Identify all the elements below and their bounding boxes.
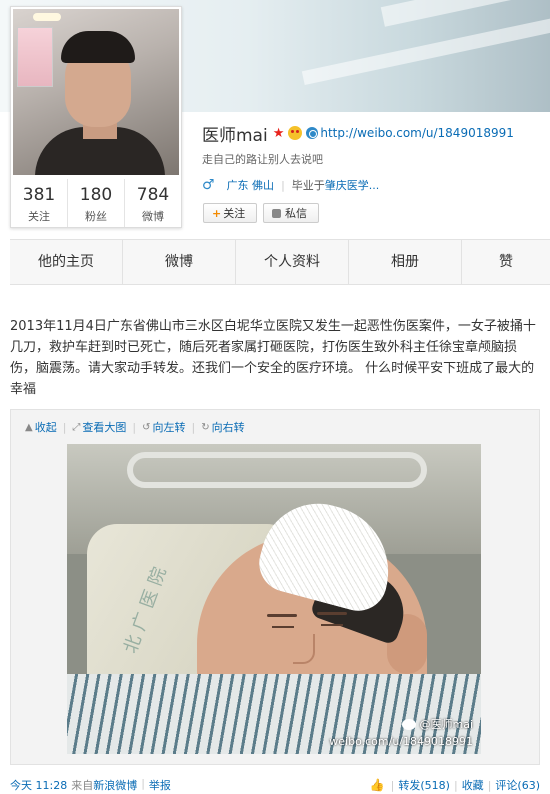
weibo-logo-icon: [402, 718, 417, 730]
divider: |: [390, 778, 395, 792]
post-actions: 👍 | 转发(518) | 收藏 | 评论(63): [370, 777, 540, 793]
star-icon[interactable]: ★: [273, 126, 285, 141]
post-time[interactable]: 今天 11:28: [10, 777, 67, 793]
link-icon: [306, 127, 319, 139]
rotate-right-label: 向右转: [211, 421, 245, 434]
stat-followers-count: 180: [79, 185, 113, 205]
avatar-bg-lamp: [33, 13, 61, 21]
stat-following-label: 关注: [28, 210, 50, 223]
media-toolbar: ▲ 收起 | ⤢ 查看大图 | ↺ 向左转 | ↻ 向右转: [25, 419, 245, 435]
profile-card: 381 关注 180 粉丝 784 微博: [10, 6, 182, 228]
divider: |: [487, 778, 492, 792]
rotate-right-button[interactable]: ↻ 向右转: [201, 419, 244, 435]
post-text: 2013年11月4日广东省佛山市三水区白坭华立医院又发生一起恶性伤医案件，一女子…: [10, 319, 536, 397]
collapse-icon: ▲: [25, 421, 33, 433]
eyebrow: [317, 612, 347, 615]
view-large-label: 查看大图: [82, 421, 127, 434]
profile-url[interactable]: http://weibo.com/u/1849018991: [320, 126, 514, 140]
post-source[interactable]: 新浪微博: [93, 777, 137, 793]
profile-school[interactable]: 肇庆医学...: [325, 177, 380, 193]
post-media: ▲ 收起 | ⤢ 查看大图 | ↺ 向左转 | ↻ 向右转 北广医院 @医师ma…: [10, 409, 540, 765]
profile-name-row: 医师mai ★ http://weibo.com/u/1849018991: [202, 122, 514, 146]
follow-button[interactable]: + 关注: [203, 203, 257, 223]
closed-eye: [321, 624, 343, 626]
profile-bio: 走自己的路让别人去说吧: [202, 153, 323, 166]
divider: |: [62, 420, 67, 434]
avatar[interactable]: [13, 9, 179, 175]
rotate-left-button[interactable]: ↺ 向左转: [142, 419, 185, 435]
stat-posts-count: 784: [136, 185, 170, 205]
rotate-left-icon: ↺: [142, 421, 151, 433]
rotate-right-icon: ↻: [201, 421, 210, 433]
rotate-left-label: 向左转: [152, 421, 186, 434]
watermark-url: weibo.com/u/1849018991: [329, 735, 473, 748]
stat-followers-label: 粉丝: [85, 210, 107, 223]
favorite-button[interactable]: 收藏: [462, 777, 484, 793]
post-meta: 今天 11:28 来自 新浪微博 | 举报: [10, 777, 171, 793]
divider: |: [453, 778, 458, 792]
tab-weibo[interactable]: 微博: [123, 240, 236, 284]
follow-button-label: 关注: [223, 207, 246, 220]
divider: |: [281, 178, 285, 192]
tab-home[interactable]: 他的主页: [10, 240, 123, 284]
watermark-name-text: @医师mai: [419, 718, 473, 731]
divider: |: [132, 420, 137, 434]
zoom-icon: ⤢: [72, 421, 81, 433]
profile-stats: 381 关注 180 粉丝 784 微博: [11, 179, 181, 227]
tab-profile-info[interactable]: 个人资料: [236, 240, 349, 284]
source-prefix: 来自: [71, 779, 94, 792]
bed-rail: [127, 452, 427, 488]
watermark-name: @医师mai: [402, 716, 473, 732]
avatar-hair: [61, 31, 135, 63]
collapse-button[interactable]: ▲ 收起: [25, 419, 57, 435]
message-button[interactable]: 私信: [263, 203, 319, 223]
message-button-label: 私信: [285, 207, 307, 220]
plus-icon: +: [212, 206, 222, 220]
report-link[interactable]: 举报: [149, 777, 171, 793]
divider: |: [141, 777, 145, 790]
post-photo[interactable]: 北广医院 @医师mai weibo.com/u/1849018991: [67, 444, 481, 754]
stat-following[interactable]: 381 关注: [11, 179, 68, 227]
repost-button[interactable]: 转发(518): [398, 777, 450, 793]
view-large-button[interactable]: ⤢ 查看大图: [72, 419, 126, 435]
eyebrow: [267, 614, 297, 617]
profile-name: 医师mai: [202, 125, 268, 146]
school-prefix: 毕业于: [291, 179, 325, 192]
stat-followers[interactable]: 180 粉丝: [68, 179, 125, 227]
male-icon: ♂: [202, 177, 215, 193]
stat-posts-label: 微博: [142, 210, 164, 223]
message-icon: [272, 208, 281, 218]
stat-following-count: 381: [22, 185, 56, 205]
closed-eye: [272, 626, 294, 628]
profile-location[interactable]: 广东 佛山: [227, 177, 275, 193]
tab-likes[interactable]: 赞: [462, 240, 550, 284]
like-icon[interactable]: 👍: [370, 778, 385, 792]
emoji-icon: [288, 126, 303, 140]
comment-button[interactable]: 评论(63): [495, 777, 540, 793]
divider: |: [191, 420, 196, 434]
stat-posts[interactable]: 784 微博: [125, 179, 181, 227]
cover-decoration: [301, 8, 550, 86]
profile-info: ♂ 广东 佛山 | 毕业于 肇庆医学...: [202, 177, 379, 193]
tab-album[interactable]: 相册: [349, 240, 462, 284]
nose: [293, 634, 315, 664]
collapse-label: 收起: [34, 421, 57, 434]
profile-tabs: 他的主页 微博 个人资料 相册 赞: [10, 239, 550, 285]
avatar-bg-poster: [17, 27, 53, 87]
